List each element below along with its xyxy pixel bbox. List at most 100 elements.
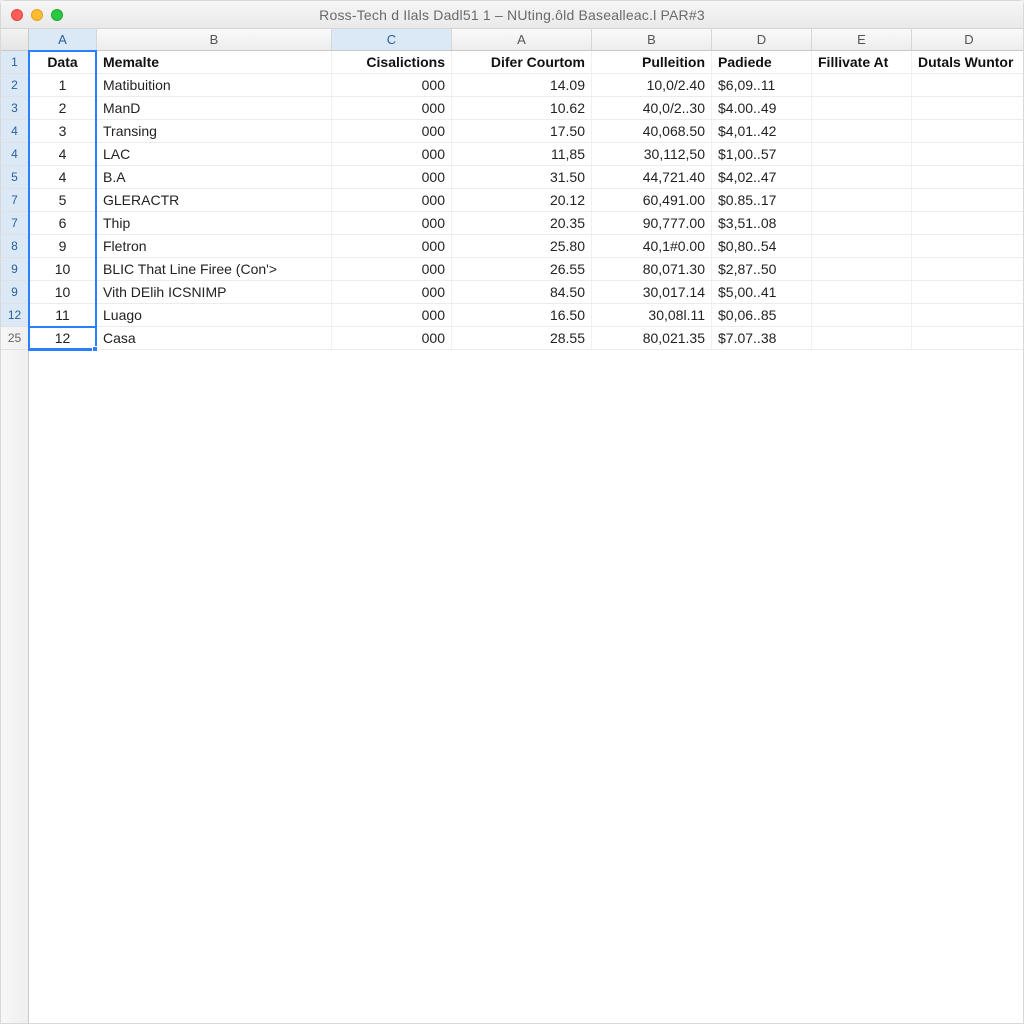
row-header[interactable]: 1: [1, 51, 28, 74]
cell[interactable]: 000: [332, 74, 452, 96]
cell[interactable]: $4,02..47: [712, 166, 812, 188]
cell[interactable]: 000: [332, 327, 452, 349]
row-header[interactable]: 7: [1, 189, 28, 212]
cell[interactable]: 4: [29, 166, 97, 188]
close-icon[interactable]: [11, 9, 23, 21]
col-header[interactable]: D: [912, 29, 1023, 50]
cell[interactable]: [812, 189, 912, 211]
cell[interactable]: $7.07..38: [712, 327, 812, 349]
cell[interactable]: [812, 120, 912, 142]
cell[interactable]: 10: [29, 281, 97, 303]
cell[interactable]: 14.09: [452, 74, 592, 96]
cell[interactable]: 5: [29, 189, 97, 211]
cell[interactable]: 000: [332, 189, 452, 211]
titlebar[interactable]: Ross-Tech d Ilals Dadl51 1 – NUting.ôld …: [1, 1, 1023, 29]
cell[interactable]: 10: [29, 258, 97, 280]
cell[interactable]: 84.50: [452, 281, 592, 303]
cell[interactable]: $5,00..41: [712, 281, 812, 303]
minimize-icon[interactable]: [31, 9, 43, 21]
cell[interactable]: 000: [332, 166, 452, 188]
cell[interactable]: 31.50: [452, 166, 592, 188]
cell[interactable]: 10.62: [452, 97, 592, 119]
cell[interactable]: [812, 327, 912, 349]
cell[interactable]: 30,112,50: [592, 143, 712, 165]
col-header[interactable]: C: [332, 29, 452, 50]
cell[interactable]: 10,0/2.40: [592, 74, 712, 96]
cell[interactable]: 16.50: [452, 304, 592, 326]
row-header[interactable]: 5: [1, 166, 28, 189]
header-cell[interactable]: Dutals Wuntor: [912, 51, 1023, 73]
cell[interactable]: $0,80..54: [712, 235, 812, 257]
cell[interactable]: 30,08l.11: [592, 304, 712, 326]
row-header[interactable]: 4: [1, 143, 28, 166]
cell[interactable]: 40,1#0.00: [592, 235, 712, 257]
cell[interactable]: B.A: [97, 166, 332, 188]
cell[interactable]: 000: [332, 212, 452, 234]
cell[interactable]: 6: [29, 212, 97, 234]
cell[interactable]: [912, 235, 1023, 257]
cell[interactable]: Fletron: [97, 235, 332, 257]
cell[interactable]: Luago: [97, 304, 332, 326]
col-header[interactable]: E: [812, 29, 912, 50]
header-cell[interactable]: Pulleition: [592, 51, 712, 73]
cell[interactable]: [812, 304, 912, 326]
header-cell[interactable]: Memalte: [97, 51, 332, 73]
cell[interactable]: Casa: [97, 327, 332, 349]
cell[interactable]: 20.35: [452, 212, 592, 234]
cell[interactable]: LAC: [97, 143, 332, 165]
cell[interactable]: 9: [29, 235, 97, 257]
cell[interactable]: 000: [332, 143, 452, 165]
cell[interactable]: $0.85..17: [712, 189, 812, 211]
header-cell[interactable]: Fillivate At: [812, 51, 912, 73]
cell[interactable]: 40,068.50: [592, 120, 712, 142]
cell[interactable]: BLIC That Line Firee (Con'>: [97, 258, 332, 280]
cell[interactable]: 28.55: [452, 327, 592, 349]
cell[interactable]: $3,51..08: [712, 212, 812, 234]
cell[interactable]: $6,09..11: [712, 74, 812, 96]
cell[interactable]: [812, 235, 912, 257]
cell[interactable]: 000: [332, 304, 452, 326]
cell-grid[interactable]: Data Memalte Cisalictions Difer Courtom …: [29, 51, 1023, 1023]
cell[interactable]: ManD: [97, 97, 332, 119]
row-header[interactable]: 3: [1, 97, 28, 120]
cell[interactable]: GLERACTR: [97, 189, 332, 211]
cell[interactable]: $4,01..42: [712, 120, 812, 142]
cell[interactable]: [912, 166, 1023, 188]
cell[interactable]: 12: [29, 327, 97, 349]
cell[interactable]: 000: [332, 120, 452, 142]
cell[interactable]: [912, 304, 1023, 326]
cell[interactable]: 11,85: [452, 143, 592, 165]
col-header[interactable]: B: [592, 29, 712, 50]
cell[interactable]: [812, 97, 912, 119]
cell[interactable]: [812, 258, 912, 280]
header-cell[interactable]: Data: [29, 51, 97, 73]
header-cell[interactable]: Difer Courtom: [452, 51, 592, 73]
col-header[interactable]: A: [29, 29, 97, 50]
cell[interactable]: 80,071.30: [592, 258, 712, 280]
cell[interactable]: 20.12: [452, 189, 592, 211]
row-header[interactable]: 25: [1, 327, 28, 350]
select-all-corner[interactable]: [1, 29, 29, 50]
cell[interactable]: 1: [29, 74, 97, 96]
cell[interactable]: Vith DElih ICSNIMP: [97, 281, 332, 303]
cell[interactable]: 000: [332, 258, 452, 280]
cell[interactable]: $4.00..49: [712, 97, 812, 119]
cell[interactable]: 25.80: [452, 235, 592, 257]
cell[interactable]: 17.50: [452, 120, 592, 142]
cell[interactable]: 4: [29, 143, 97, 165]
header-cell[interactable]: Cisalictions: [332, 51, 452, 73]
cell[interactable]: $1,00..57: [712, 143, 812, 165]
cell[interactable]: [812, 143, 912, 165]
col-header[interactable]: A: [452, 29, 592, 50]
cell[interactable]: [812, 74, 912, 96]
cell[interactable]: [912, 327, 1023, 349]
row-header[interactable]: 9: [1, 281, 28, 304]
cell[interactable]: [912, 74, 1023, 96]
cell[interactable]: [912, 258, 1023, 280]
cell[interactable]: Transing: [97, 120, 332, 142]
cell[interactable]: $2,87..50: [712, 258, 812, 280]
cell[interactable]: 40,0/2..30: [592, 97, 712, 119]
cell[interactable]: 11: [29, 304, 97, 326]
row-header[interactable]: 9: [1, 258, 28, 281]
cell[interactable]: [812, 166, 912, 188]
